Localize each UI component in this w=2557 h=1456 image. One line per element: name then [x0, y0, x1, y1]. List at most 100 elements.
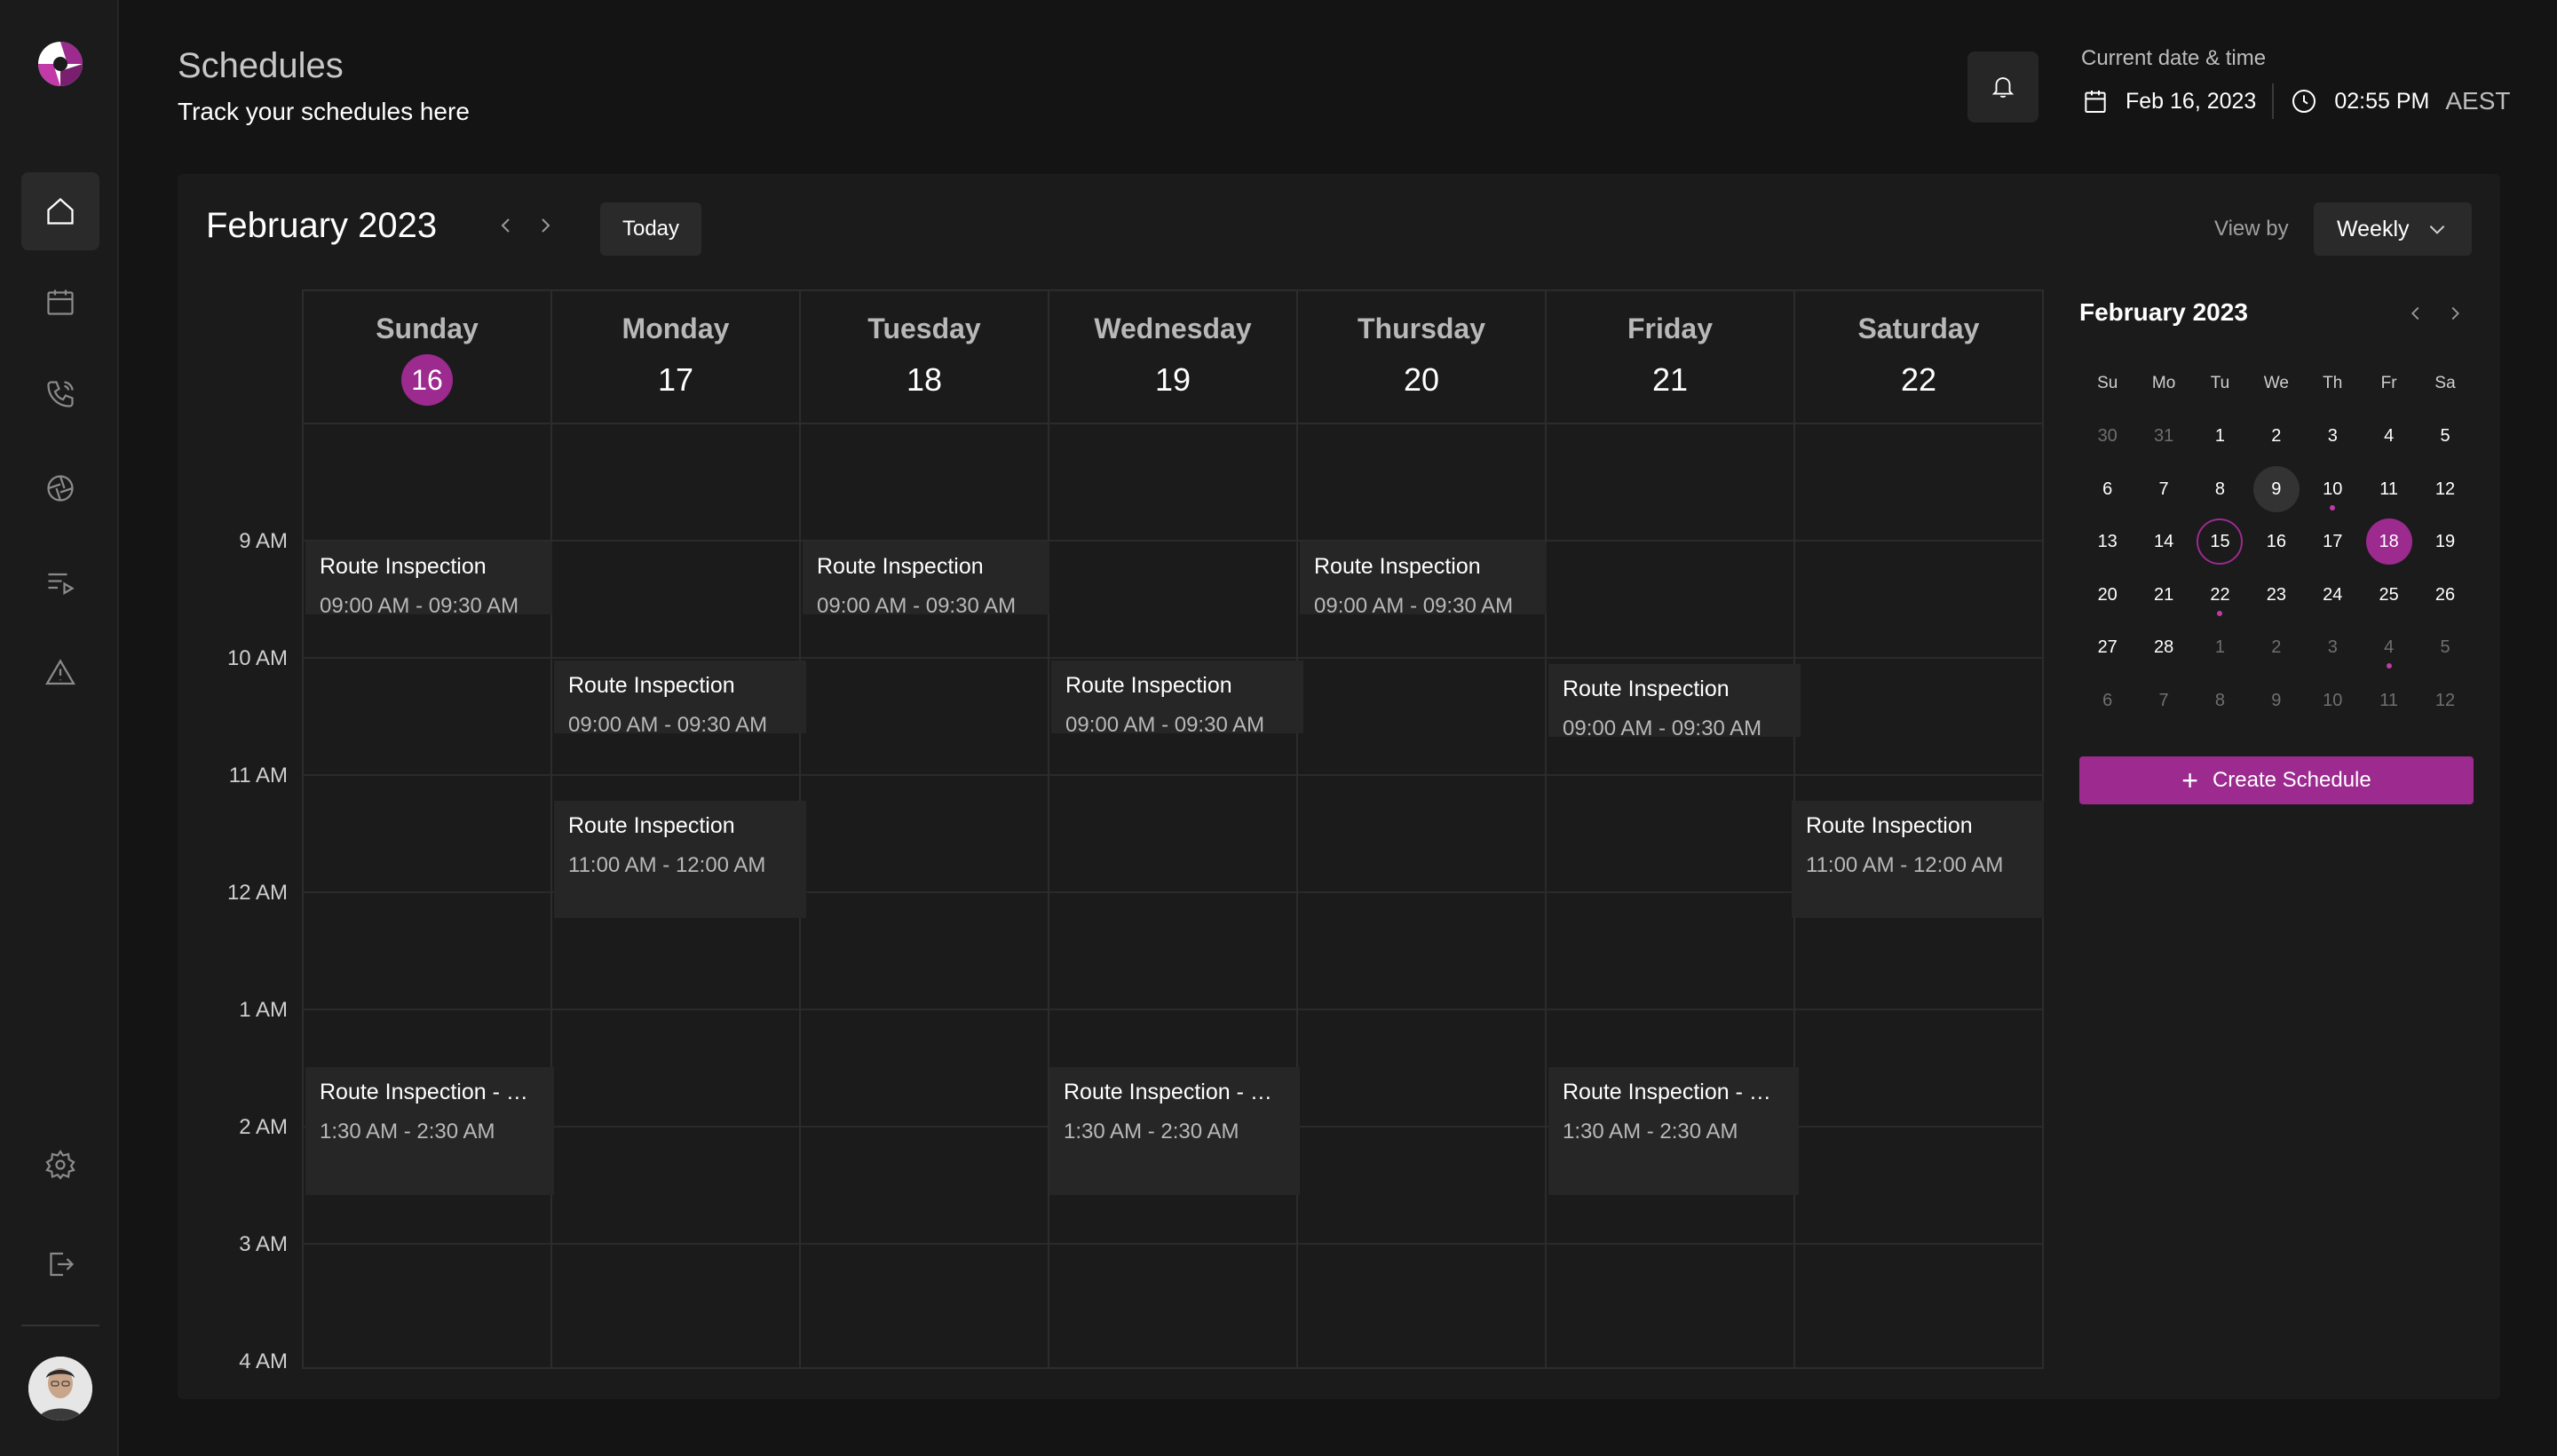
- mini-day[interactable]: 1: [2192, 413, 2248, 459]
- create-schedule-button[interactable]: + Create Schedule: [2079, 756, 2474, 804]
- mini-day[interactable]: 20: [2079, 572, 2135, 618]
- prev-week-button[interactable]: [495, 215, 517, 236]
- mini-day[interactable]: 28: [2135, 624, 2191, 670]
- mini-day[interactable]: 2: [2248, 413, 2304, 459]
- mini-day-with-event[interactable]: 22: [2192, 572, 2248, 618]
- notifications-button[interactable]: [1967, 51, 2038, 123]
- day-number: 18: [906, 361, 943, 398]
- event-time: 09:00 AM - 09:30 AM: [1563, 716, 1762, 737]
- sidebar-divider: [21, 1325, 99, 1326]
- day-name: Wednesday: [1094, 313, 1252, 344]
- mini-day[interactable]: 17: [2305, 518, 2361, 565]
- event-dot: [2330, 504, 2336, 510]
- mini-day[interactable]: 1: [2192, 624, 2248, 670]
- sidebar-item-calendar[interactable]: [21, 263, 99, 341]
- day-column-friday[interactable]: Friday 21: [1547, 291, 1795, 1367]
- mini-calendar-grid: Su Mo Tu We Th Fr Sa 30 31 1 2 3 4 5 6 7…: [2079, 357, 2474, 727]
- day-column-sunday[interactable]: Sunday 16: [304, 291, 552, 1367]
- mini-day-selected[interactable]: 18: [2361, 518, 2417, 566]
- event-card[interactable]: Route Inspection - M... 1:30 AM - 2:30 A…: [1548, 1067, 1799, 1195]
- mini-day[interactable]: 3: [2305, 413, 2361, 459]
- day-column-thursday[interactable]: Thursday 20: [1298, 291, 1547, 1367]
- sidebar-item-aperture[interactable]: [21, 449, 99, 527]
- mini-week-row: 20 21 22 23 24 25 26: [2079, 568, 2474, 621]
- day-name: Tuesday: [867, 313, 981, 344]
- day-column-tuesday[interactable]: Tuesday 18: [801, 291, 1049, 1367]
- today-button[interactable]: Today: [600, 202, 701, 256]
- warning-icon: [45, 659, 75, 685]
- sidebar-item-logout[interactable]: [21, 1225, 99, 1303]
- event-card[interactable]: Route Inspection - M... 1:30 AM - 2:30 A…: [305, 1067, 554, 1195]
- home-icon: [47, 197, 74, 225]
- week-navigation: [495, 215, 556, 236]
- aperture-icon: [47, 475, 74, 502]
- mini-day[interactable]: 11: [2361, 677, 2417, 724]
- mini-day[interactable]: 6: [2079, 466, 2135, 512]
- mini-day[interactable]: 7: [2135, 677, 2191, 724]
- sidebar-item-settings[interactable]: [21, 1126, 99, 1204]
- mini-day[interactable]: 23: [2248, 572, 2304, 618]
- app-logo[interactable]: [37, 41, 83, 87]
- mini-day[interactable]: 13: [2079, 518, 2135, 565]
- mini-day-with-event[interactable]: 4: [2361, 624, 2417, 670]
- event-card[interactable]: Route Inspection 09:00 AM - 09:30 AM: [803, 542, 1049, 614]
- mini-prev-month-button[interactable]: [2406, 304, 2426, 323]
- avatar[interactable]: [28, 1357, 92, 1420]
- mini-day[interactable]: 24: [2305, 572, 2361, 618]
- mini-day[interactable]: 21: [2135, 572, 2191, 618]
- mini-day[interactable]: 4: [2361, 413, 2417, 459]
- event-card[interactable]: Route Inspection 09:00 AM - 09:30 AM: [554, 661, 806, 733]
- mini-day[interactable]: 14: [2135, 518, 2191, 565]
- time-label: 4 AM: [239, 1349, 288, 1373]
- mini-day[interactable]: 16: [2248, 518, 2304, 565]
- mini-day-number: 4: [2384, 637, 2395, 658]
- event-card[interactable]: Route Inspection 09:00 AM - 09:30 AM: [1051, 661, 1303, 733]
- sidebar-item-playlist[interactable]: [21, 543, 99, 621]
- mini-day-hovered[interactable]: 9: [2248, 465, 2304, 512]
- mini-day[interactable]: 30: [2079, 413, 2135, 459]
- mini-day[interactable]: 7: [2135, 466, 2191, 512]
- time-label: 1 AM: [239, 998, 288, 1022]
- mini-day[interactable]: 12: [2417, 466, 2473, 512]
- viewby-value: Weekly: [2337, 216, 2410, 241]
- calendar-icon: [2085, 91, 2106, 113]
- viewby-label: View by: [2214, 217, 2289, 241]
- event-card[interactable]: Route Inspection 11:00 AM - 12:00 AM: [1792, 801, 2044, 918]
- viewby-select[interactable]: Weekly: [2314, 202, 2472, 256]
- mini-day[interactable]: 27: [2079, 624, 2135, 670]
- event-card[interactable]: Route Inspection 09:00 AM - 09:30 AM: [1548, 664, 1801, 737]
- event-card[interactable]: Route Inspection 09:00 AM - 09:30 AM: [1300, 542, 1547, 614]
- mini-day[interactable]: 6: [2079, 677, 2135, 724]
- mini-next-month-button[interactable]: [2445, 304, 2465, 323]
- event-card[interactable]: Route Inspection 09:00 AM - 09:30 AM: [305, 542, 552, 614]
- mini-day[interactable]: 25: [2361, 572, 2417, 618]
- mini-day[interactable]: 2: [2248, 624, 2304, 670]
- event-card[interactable]: Route Inspection - M... 1:30 AM - 2:30 A…: [1049, 1067, 1300, 1195]
- event-card[interactable]: Route Inspection 11:00 AM - 12:00 AM: [554, 801, 806, 918]
- next-week-button[interactable]: [534, 215, 556, 236]
- mini-day[interactable]: 9: [2248, 677, 2304, 724]
- day-header: Wednesday 19: [1049, 291, 1296, 424]
- mini-day[interactable]: 5: [2417, 624, 2473, 670]
- day-column-wednesday[interactable]: Wednesday 19: [1049, 291, 1298, 1367]
- mini-day[interactable]: 31: [2135, 413, 2191, 459]
- weekday-header-row: Su Mo Tu We Th Fr Sa: [2079, 357, 2474, 410]
- event-time: 11:00 AM - 12:00 AM: [1806, 853, 2004, 877]
- mini-day[interactable]: 19: [2417, 518, 2473, 565]
- mini-day-outlined[interactable]: 15: [2192, 518, 2248, 566]
- sidebar-item-calls[interactable]: [21, 355, 99, 433]
- mini-day[interactable]: 26: [2417, 572, 2473, 618]
- mini-day[interactable]: 5: [2417, 413, 2473, 459]
- mini-day[interactable]: 8: [2192, 466, 2248, 512]
- sidebar-item-alerts[interactable]: [21, 634, 99, 712]
- weekday-label: Su: [2097, 373, 2118, 392]
- sidebar-item-home[interactable]: [21, 172, 99, 250]
- mini-day[interactable]: 12: [2417, 677, 2473, 724]
- mini-day-with-event[interactable]: 10: [2305, 466, 2361, 512]
- clock-icon: [2292, 90, 2316, 113]
- mini-day[interactable]: 8: [2192, 677, 2248, 724]
- event-title: Route Inspection - M...: [1563, 1080, 1785, 1104]
- mini-day[interactable]: 11: [2361, 466, 2417, 512]
- mini-day[interactable]: 3: [2305, 624, 2361, 670]
- mini-day[interactable]: 10: [2305, 677, 2361, 724]
